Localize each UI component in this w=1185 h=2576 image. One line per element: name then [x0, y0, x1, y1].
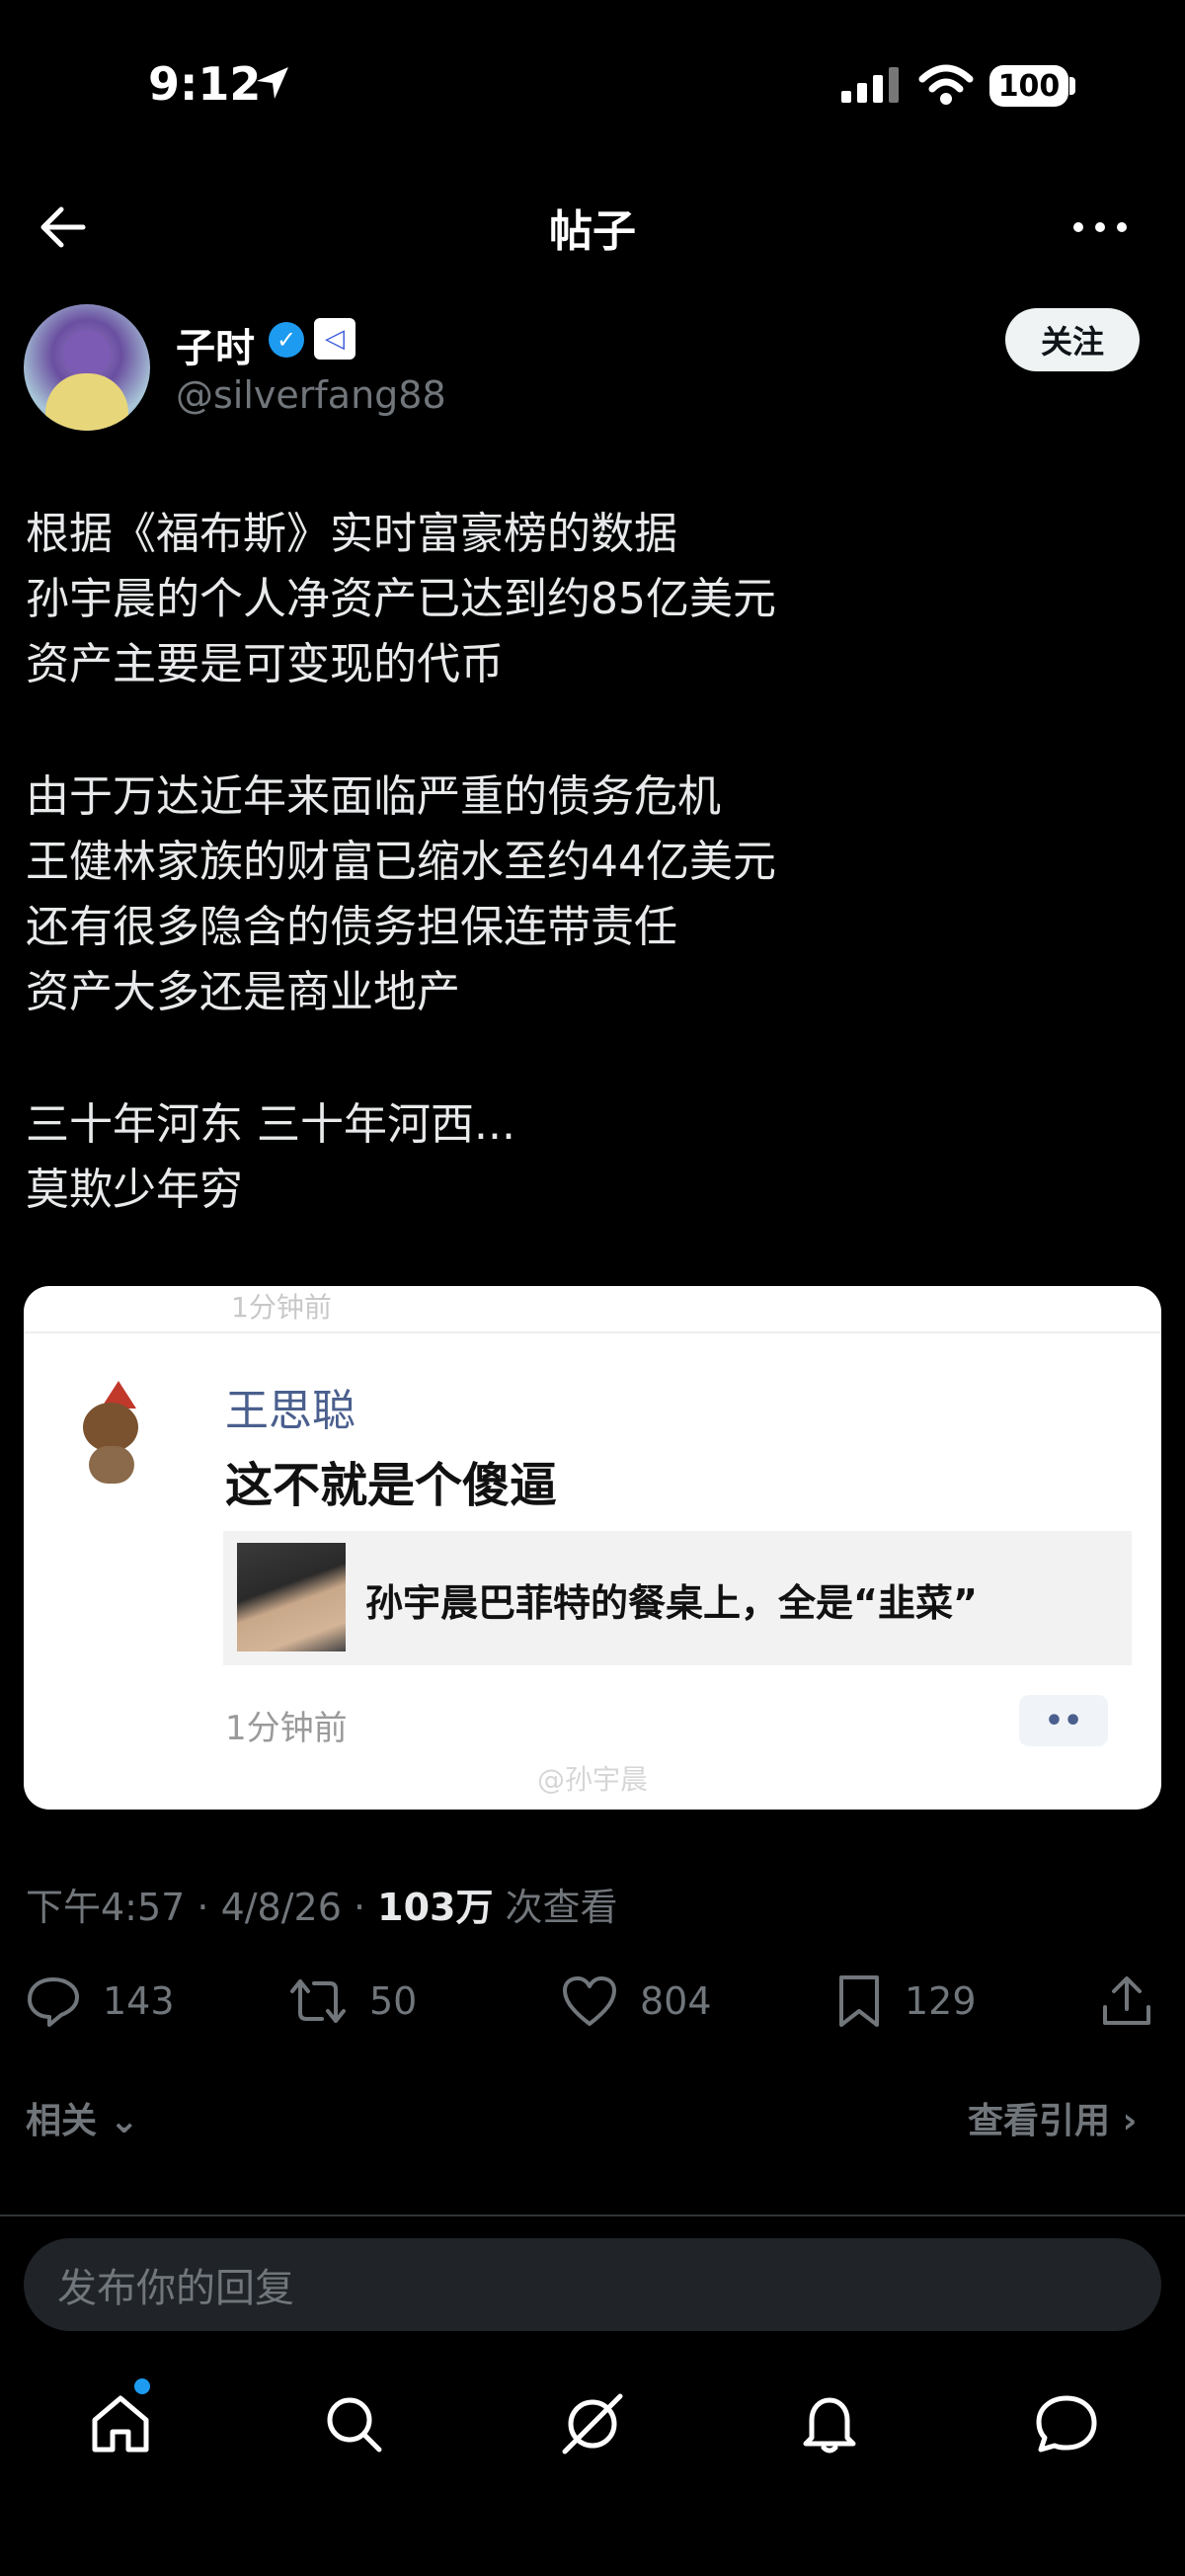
repost-button[interactable]: 50: [288, 1972, 417, 2031]
bookmark-icon: [839, 1975, 879, 2027]
post-line: 资产主要是可变现的代币: [26, 639, 504, 689]
reply-button[interactable]: 143: [26, 1972, 175, 2031]
share-button[interactable]: [1100, 1972, 1153, 2031]
cellular-signal-icon: [841, 67, 899, 103]
verified-badge-icon: ✓: [269, 322, 304, 358]
view-label: 次查看: [493, 1886, 618, 1929]
home-notification-dot: [134, 2378, 150, 2394]
view-quotes-link[interactable]: 查看引用 ›: [968, 2092, 1137, 2143]
author-name[interactable]: 子时: [176, 316, 255, 373]
messages-icon[interactable]: [1031, 2388, 1102, 2459]
share-icon: [1103, 1976, 1150, 2025]
like-button[interactable]: 804: [561, 1972, 712, 2031]
comment-more-icon: ••: [1019, 1695, 1108, 1746]
author-avatar[interactable]: [24, 304, 150, 431]
post-line: 孙宇晨的个人净资产已达到约85亿美元: [26, 574, 776, 624]
reply-input[interactable]: 发布你的回复: [24, 2238, 1161, 2331]
more-options-icon[interactable]: [1070, 211, 1130, 243]
reply-count: 143: [103, 1979, 175, 2023]
battery-indicator: 100: [989, 65, 1068, 107]
post-meta: 下午4:57 · 4/8/26 · 103万 次查看: [26, 1877, 618, 1931]
post-timestamp: 下午4:57 · 4/8/26 ·: [26, 1886, 378, 1929]
repost-icon: [290, 1979, 346, 2023]
battery-nub: [1069, 77, 1075, 95]
status-time: 9:12: [148, 57, 262, 111]
search-icon[interactable]: [318, 2388, 389, 2459]
post-line: 莫欺少年穷: [26, 1165, 243, 1215]
page-title: 帖子: [549, 206, 636, 257]
chevron-down-icon: ⌄: [109, 2101, 139, 2141]
image-watermark: @孙宇晨: [536, 1763, 648, 1796]
post-image[interactable]: 1分钟前 王思聪 这不就是个傻逼 孙宇晨巴菲特的餐桌上，全是“韭菜” 1分钟前 …: [24, 1286, 1161, 1810]
affiliate-badge-icon[interactable]: ◁: [314, 318, 356, 360]
view-count: 103万: [377, 1886, 494, 1929]
post-line: 由于万达近年来面临严重的债务危机: [26, 771, 721, 822]
divider: [0, 2214, 1185, 2216]
author-handle[interactable]: @silverfang88: [176, 373, 446, 417]
related-label: 相关: [26, 2101, 98, 2141]
chevron-right-icon: ›: [1122, 2101, 1138, 2141]
post-line: 还有很多隐含的债务担保连带责任: [26, 902, 677, 952]
location-arrow-icon: [257, 67, 288, 99]
commenter-name: 王思聪: [225, 1386, 356, 1436]
bookmark-count: 129: [905, 1979, 977, 2023]
post-line: 资产大多还是商业地产: [26, 967, 460, 1017]
bear-body-icon: [89, 1446, 134, 1484]
avatar-body: [45, 373, 128, 431]
grok-icon[interactable]: [557, 2388, 628, 2459]
notifications-bell-icon[interactable]: [794, 2388, 865, 2459]
home-icon[interactable]: [85, 2388, 156, 2459]
like-count: 804: [640, 1979, 712, 2023]
post-line: 根据《福布斯》实时富豪榜的数据: [26, 509, 677, 559]
quoted-photo: [237, 1543, 346, 1651]
embed-divider: [24, 1331, 1161, 1333]
quoted-text: 孙宇晨巴菲特的餐桌上，全是“韭菜”: [365, 1581, 978, 1625]
follow-button[interactable]: 关注: [1005, 308, 1140, 371]
comment-text: 这不就是个傻逼: [225, 1458, 558, 1513]
post-line: 三十年河东 三十年河西...: [26, 1099, 515, 1150]
view-quotes-label: 查看引用: [968, 2101, 1111, 2141]
embed-top-timestamp: 1分钟前: [231, 1291, 332, 1324]
wifi-icon: [918, 64, 974, 105]
reply-icon: [28, 1977, 79, 2027]
bear-head-icon: [83, 1403, 138, 1452]
bookmark-button[interactable]: 129: [835, 1972, 977, 2031]
related-dropdown[interactable]: 相关 ⌄: [26, 2092, 139, 2143]
heart-icon: [563, 1976, 616, 2026]
post-body: 根据《福布斯》实时富豪榜的数据 孙宇晨的个人净资产已达到约85亿美元 资产主要是…: [26, 502, 1161, 1223]
repost-count: 50: [369, 1979, 418, 2023]
quoted-post: 孙宇晨巴菲特的餐桌上，全是“韭菜”: [223, 1531, 1132, 1665]
commenter-avatar: [63, 1377, 158, 1486]
avatar-face: [63, 330, 111, 377]
comment-time: 1分钟前: [225, 1709, 348, 1748]
post-line: 王健林家族的财富已缩水至约44亿美元: [26, 837, 776, 887]
